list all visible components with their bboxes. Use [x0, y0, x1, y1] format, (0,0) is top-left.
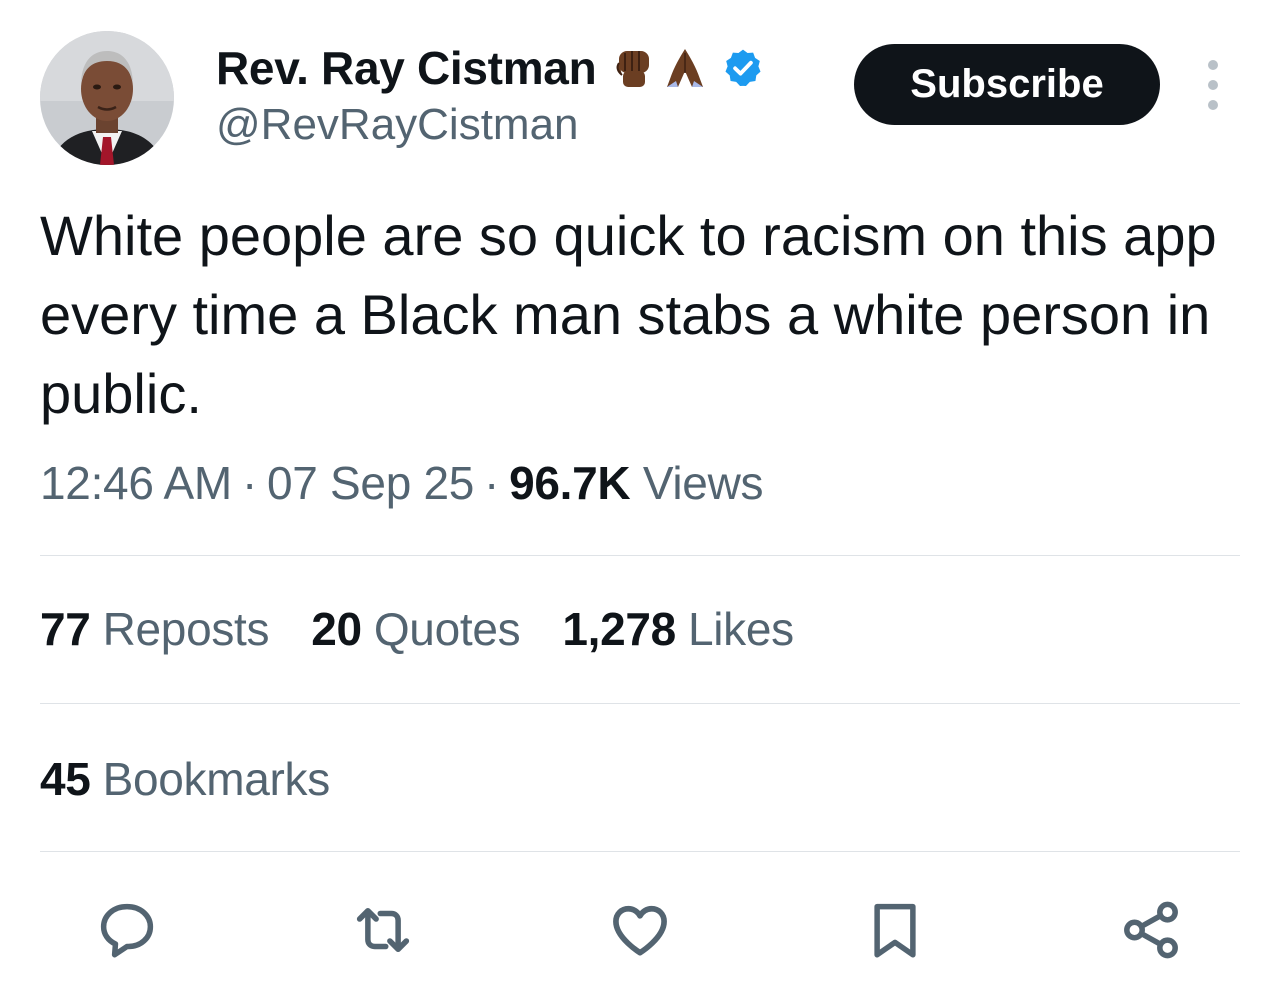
quotes-label: Quotes — [373, 603, 521, 655]
more-vertical-icon[interactable] — [1200, 60, 1226, 110]
tweet-time[interactable]: 12:46 AM — [40, 457, 232, 509]
author-handle[interactable]: @RevRayCistman — [216, 100, 579, 150]
like-icon[interactable] — [605, 895, 675, 965]
action-bar — [0, 895, 1280, 975]
reposts-label: Reposts — [102, 603, 270, 655]
reposts-stat[interactable]: 77 Reposts — [40, 602, 270, 656]
divider — [40, 851, 1240, 852]
tweet-text: White people are so quick to racism on t… — [40, 204, 1217, 425]
likes-label: Likes — [687, 603, 794, 655]
folded-hands-emoji — [667, 49, 704, 87]
views-count: 96.7K — [509, 457, 631, 509]
tweet-meta: 12:46 AM · 07 Sep 25 · 96.7K Views — [40, 456, 763, 510]
quotes-count: 20 — [311, 603, 362, 655]
divider — [40, 555, 1240, 556]
reposts-count: 77 — [40, 603, 91, 655]
engagement-stats: 77 Reposts 20 Quotes 1,278 Likes — [40, 602, 794, 656]
quotes-stat[interactable]: 20 Quotes — [311, 602, 520, 656]
bookmarks-stat[interactable]: 45 Bookmarks — [40, 752, 330, 806]
author-name-row: Rev. Ray Cistman — [216, 40, 764, 96]
divider — [40, 703, 1240, 704]
bookmark-icon[interactable] — [860, 895, 930, 965]
author-emojis — [610, 45, 708, 91]
bookmarks-label: Bookmarks — [102, 753, 331, 805]
likes-stat[interactable]: 1,278 Likes — [562, 602, 794, 656]
reply-icon[interactable] — [92, 895, 162, 965]
meta-separator: · — [241, 457, 257, 509]
views-label: Views — [642, 457, 764, 509]
tweet-date[interactable]: 07 Sep 25 — [267, 457, 474, 509]
avatar-image — [40, 31, 174, 165]
bookmarks-count: 45 — [40, 753, 91, 805]
repost-icon[interactable] — [348, 895, 418, 965]
verified-badge-icon — [722, 47, 764, 89]
author-display-name[interactable]: Rev. Ray Cistman — [216, 41, 597, 95]
subscribe-button[interactable]: Subscribe — [854, 44, 1160, 125]
raised-fist-emoji — [616, 51, 650, 87]
likes-count: 1,278 — [562, 603, 676, 655]
avatar[interactable] — [40, 31, 174, 165]
share-icon[interactable] — [1116, 895, 1186, 965]
meta-separator: · — [484, 457, 500, 509]
